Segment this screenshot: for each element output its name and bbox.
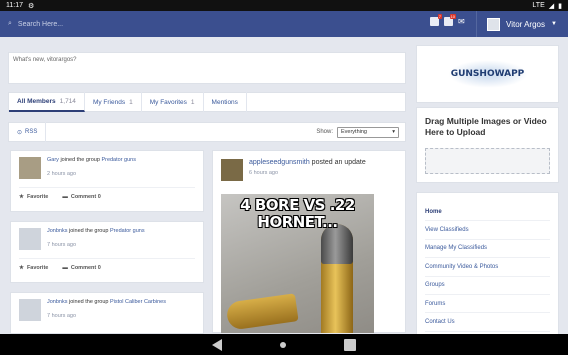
timestamp: 7 hours ago — [47, 313, 77, 319]
friends-icon[interactable]: 10 — [444, 14, 456, 26]
post-action: posted an update — [311, 159, 366, 166]
sidebar-item-view-classifieds[interactable]: View Classifieds — [425, 221, 550, 240]
upload-panel: Drag Multiple Images or Video Here to Up… — [416, 107, 559, 183]
user-menu[interactable]: Vitor Argos ▼ — [476, 11, 557, 37]
group-link[interactable]: Pistol Caliber Carbines — [110, 299, 166, 305]
show-select[interactable]: Everything ▾ — [337, 126, 399, 138]
sidebar-item-manage-classifieds[interactable]: Manage My Classifieds — [425, 240, 550, 259]
large-cartridge-graphic — [321, 224, 353, 333]
user-name: Vitor Argos — [506, 19, 545, 29]
site-logo-panel: GUNSHOWAPP — [416, 45, 559, 103]
recents-icon[interactable] — [344, 338, 356, 351]
timestamp: 2 hours ago — [47, 171, 77, 177]
friend-count: 10 — [449, 14, 456, 19]
user-link[interactable]: Gary — [47, 157, 59, 163]
tab-mentions[interactable]: Mentions — [204, 92, 247, 112]
activity-text: joined the group — [60, 157, 100, 163]
caret-down-icon: ▼ — [550, 21, 557, 27]
search-icon: ⌕ — [8, 20, 12, 27]
post-image[interactable]: 4 BORE VS .22 HORNET... — [221, 194, 374, 333]
group-link[interactable]: Predator guns — [110, 228, 145, 234]
tab-label: All Members — [17, 97, 56, 105]
favorite-button[interactable]: ★ Favorite — [19, 265, 48, 271]
tab-count: 1 — [190, 98, 195, 106]
tab-count: 1 — [129, 98, 133, 106]
activity-tabs: All Members 1,714 My Friends 1 My Favorite… — [8, 92, 406, 112]
favorite-label: Favorite — [26, 194, 49, 200]
user-link[interactable]: Jonbnks — [47, 299, 68, 305]
sidebar-item-contact-us[interactable]: Contact Us — [425, 313, 550, 332]
comment-button[interactable]: ▬ Comment 0 — [62, 265, 100, 271]
avatar[interactable] — [19, 157, 41, 179]
sidebar-item-groups[interactable]: Groups — [425, 277, 550, 295]
activity-item: Gary joined the group Predator guns 2 ho… — [10, 150, 204, 212]
upload-title: Drag Multiple Images or Video Here to Up… — [425, 116, 547, 137]
avatar[interactable] — [221, 159, 243, 181]
user-link[interactable]: appleseedgunsmith — [249, 159, 310, 166]
user-link[interactable]: Jonbnks — [47, 228, 68, 234]
activity-item: Jonbnks joined the group Pistol Caliber … — [10, 292, 204, 334]
back-icon[interactable] — [212, 338, 222, 351]
star-icon: ★ — [19, 265, 24, 271]
comment-icon: ▬ — [62, 194, 68, 200]
rss-label: RSS — [25, 129, 38, 135]
group-link[interactable]: Predator guns — [101, 157, 136, 163]
sidebar-item-community-media[interactable]: Community Video & Photos — [425, 258, 550, 277]
sidebar-item-home[interactable]: Home — [425, 203, 550, 222]
chevron-down-icon: ▾ — [392, 129, 395, 135]
timestamp: 6 hours ago — [249, 170, 279, 176]
filter-bar: ⊙ RSS Show: Everything ▾ — [8, 122, 406, 142]
comment-button[interactable]: ▬ Comment 0 — [62, 194, 100, 200]
upload-dropzone[interactable] — [425, 148, 550, 174]
rss-icon: ⊙ — [17, 129, 23, 136]
status-bar: 11:17 ⚙ LTE ◢ ▮ — [0, 0, 568, 11]
avatar[interactable] — [19, 299, 41, 321]
small-cartridge-graphic — [225, 293, 299, 331]
meme-caption: 4 BORE VS .22 HORNET... — [240, 196, 355, 231]
tab-label: My Favorites — [149, 98, 187, 106]
mail-icon[interactable]: ✉ — [458, 17, 465, 26]
search-input[interactable]: Search Here... — [18, 21, 63, 28]
timestamp: 7 hours ago — [47, 242, 77, 248]
search-bar[interactable]: ⌕ Search Here... — [8, 20, 63, 28]
clock: 11:17 — [6, 2, 23, 9]
notification-count: 7 — [437, 14, 442, 19]
battery-icon: ▮ — [558, 2, 562, 10]
tab-all-members[interactable]: All Members 1,714 — [9, 92, 85, 112]
top-nav: ⌕ Search Here... 7 10 ✉ Vitor Argos ▼ — [0, 11, 568, 37]
star-icon: ★ — [19, 194, 24, 200]
activity-item: Jonbnks joined the group Predator guns 7… — [10, 221, 204, 283]
site-logo[interactable]: GUNSHOWAPP — [447, 60, 528, 88]
tab-count: 1,714 — [59, 97, 76, 105]
show-label: Show: — [316, 129, 333, 135]
android-nav-bar — [0, 334, 568, 355]
sidebar-menu: Home View Classifieds Manage My Classifi… — [416, 192, 559, 342]
comment-label: Comment 0 — [70, 194, 101, 200]
sidebar-item-forums[interactable]: Forums — [425, 295, 550, 314]
avatar — [487, 17, 500, 31]
activity-text: joined the group — [69, 228, 109, 234]
signal-icon: ◢ — [548, 2, 555, 10]
home-icon[interactable] — [280, 341, 286, 348]
gear-icon: ⚙ — [28, 2, 35, 10]
tab-my-favorites[interactable]: My Favorites 1 — [142, 92, 204, 112]
tab-label: My Friends — [92, 98, 126, 106]
favorite-button[interactable]: ★ Favorite — [19, 194, 48, 200]
tab-my-friends[interactable]: My Friends 1 — [85, 92, 142, 112]
network-label: LTE — [532, 2, 545, 9]
comment-icon: ▬ — [62, 265, 68, 271]
comment-label: Comment 0 — [70, 265, 101, 271]
show-value: Everything — [341, 129, 367, 135]
tab-label: Mentions — [211, 98, 238, 106]
avatar[interactable] — [19, 228, 41, 250]
favorite-label: Favorite — [26, 265, 49, 271]
rss-link[interactable]: ⊙ RSS — [9, 122, 47, 142]
activity-text: joined the group — [69, 299, 109, 305]
whats-new-input[interactable]: What's new, vitorargos? — [8, 52, 406, 84]
notifications-icon[interactable]: 7 — [430, 14, 442, 26]
